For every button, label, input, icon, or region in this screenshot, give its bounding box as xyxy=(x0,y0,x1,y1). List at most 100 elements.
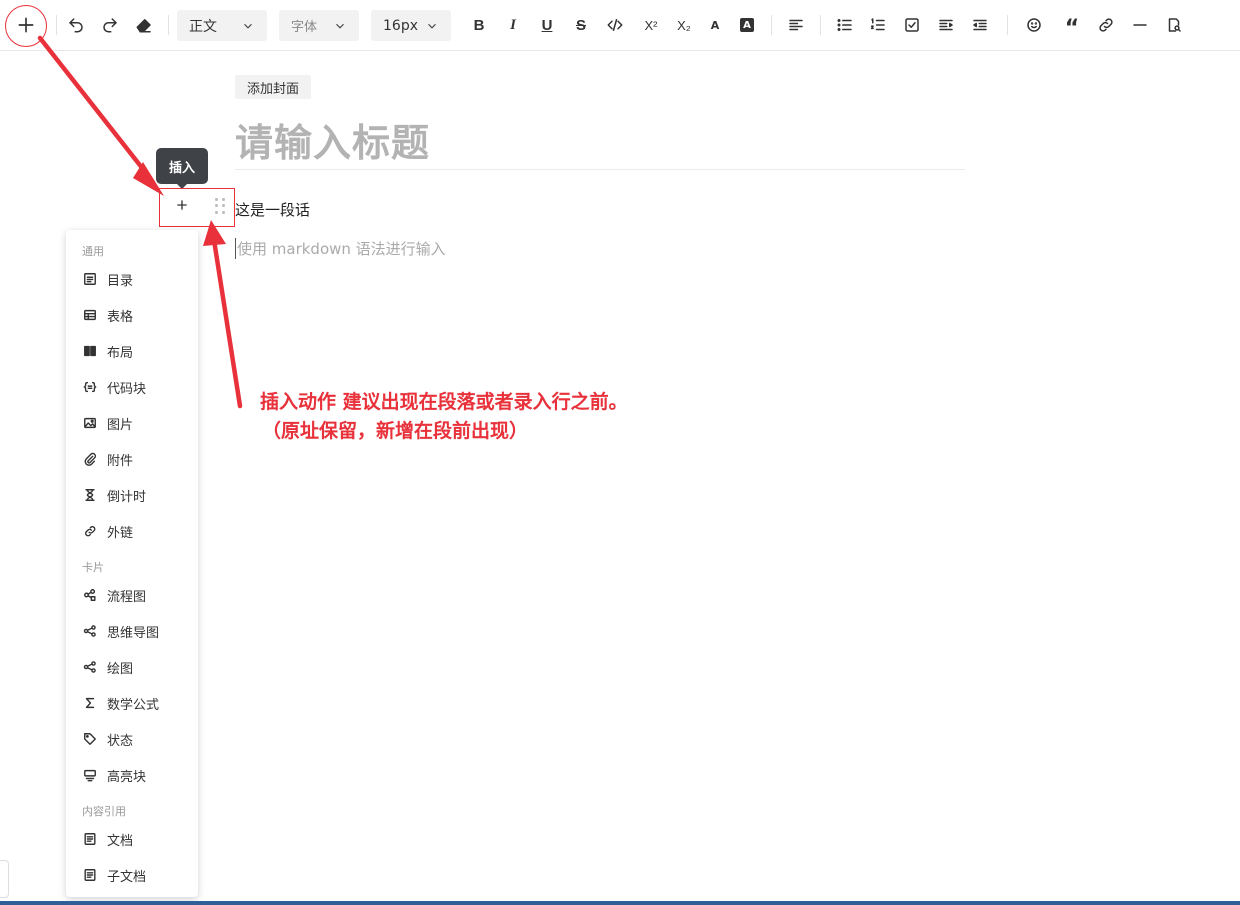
strikethrough-button[interactable]: S xyxy=(571,10,591,40)
quote-icon: “ xyxy=(1064,16,1080,41)
annotation-note-line2: （原址保留，新增在段前出现） xyxy=(262,420,529,442)
font-color-button[interactable]: A xyxy=(706,10,724,40)
indent-button[interactable] xyxy=(935,10,957,40)
side-tab[interactable] xyxy=(0,860,9,898)
toolbar-divider xyxy=(820,15,821,35)
clear-format-button[interactable] xyxy=(132,10,156,40)
toolbar-divider xyxy=(168,15,169,35)
toc-icon xyxy=(82,271,98,287)
menu-item-label: 子文档 xyxy=(107,869,147,885)
bottom-bar xyxy=(0,901,1240,905)
outdent-icon xyxy=(973,19,987,31)
editor-toolbar: 正文 字体 16px B I U S X² X₂ A A “ xyxy=(0,0,1240,51)
menu-item-label: 附件 xyxy=(107,453,134,469)
menu-item-label: 高亮块 xyxy=(107,769,147,785)
insert-tooltip: 插入 xyxy=(156,148,208,189)
menu-item-mindmap[interactable]: 思维导图 xyxy=(66,615,198,647)
bold-button[interactable]: B xyxy=(469,10,489,40)
align-left-icon xyxy=(789,19,803,31)
menu-item-label: 文档 xyxy=(107,833,134,849)
bullet-list-icon xyxy=(837,19,852,31)
image-icon xyxy=(82,415,98,431)
menu-item-layout[interactable]: 布局 xyxy=(66,335,198,367)
paragraph-style-value: 正文 xyxy=(189,18,217,35)
highlight-icon: A xyxy=(740,18,754,32)
horizontal-rule-icon xyxy=(1133,24,1147,26)
find-button[interactable] xyxy=(1163,10,1185,40)
undo-icon xyxy=(69,18,83,33)
align-button[interactable] xyxy=(785,10,807,40)
link-icon xyxy=(1099,18,1113,32)
ordered-list-button[interactable] xyxy=(867,10,889,40)
title-input[interactable]: 请输入标题 xyxy=(235,112,430,167)
inline-code-button[interactable] xyxy=(604,10,626,40)
menu-item-countdown[interactable]: 倒计时 xyxy=(66,479,198,511)
link-icon xyxy=(82,523,98,539)
subdocument-icon xyxy=(82,867,98,883)
underline-button[interactable]: U xyxy=(537,10,557,40)
add-cover-button[interactable]: 添加封面 xyxy=(235,75,312,99)
menu-item-drawing[interactable]: 绘图 xyxy=(66,651,198,683)
menu-item-status[interactable]: 状态 xyxy=(66,723,198,755)
menu-section-cards: 卡片 xyxy=(82,561,104,574)
superscript-button[interactable]: X² xyxy=(640,10,662,40)
menu-item-external-link[interactable]: 外链 xyxy=(66,515,198,547)
font-size-select[interactable]: 16px xyxy=(371,10,451,41)
menu-item-highlight-block[interactable]: 高亮块 xyxy=(66,759,198,791)
divider-button[interactable] xyxy=(1129,10,1151,40)
menu-item-table[interactable]: 表格 xyxy=(66,299,198,331)
eraser-icon xyxy=(136,19,151,33)
subscript-button[interactable]: X₂ xyxy=(673,10,695,40)
menu-item-subdocument[interactable]: 子文档 xyxy=(66,859,198,891)
menu-item-label: 图片 xyxy=(107,417,134,433)
menu-item-label: 绘图 xyxy=(107,661,134,677)
toolbar-divider xyxy=(1007,15,1008,35)
menu-item-label: 表格 xyxy=(107,309,134,325)
menu-item-toc[interactable]: 目录 xyxy=(66,263,198,295)
outdent-button[interactable] xyxy=(969,10,991,40)
title-divider xyxy=(235,169,965,170)
menu-item-flowchart[interactable]: 流程图 xyxy=(66,579,198,611)
undo-button[interactable] xyxy=(64,10,88,40)
paragraph-style-select[interactable]: 正文 xyxy=(177,10,267,41)
annotation-circle xyxy=(5,5,47,47)
document-icon xyxy=(82,831,98,847)
chevron-down-icon xyxy=(336,23,344,29)
insert-menu: 通用 目录 表格 布局 代码块 图片 附件 倒计时 外链 卡片 流程图 思维导图 xyxy=(66,230,198,897)
menu-item-code-block[interactable]: 代码块 xyxy=(66,371,198,403)
menu-section-general: 通用 xyxy=(82,245,104,258)
redo-icon xyxy=(103,18,117,33)
highlight-color-button[interactable]: A xyxy=(738,10,756,40)
link-button[interactable] xyxy=(1095,10,1117,40)
arrow-to-block-plus xyxy=(37,35,164,196)
chevron-down-icon xyxy=(244,23,252,29)
menu-item-label: 思维导图 xyxy=(107,625,160,641)
tag-icon xyxy=(82,731,98,747)
toolbar-divider xyxy=(56,15,57,35)
checkbox-icon xyxy=(905,18,919,32)
chevron-down-icon xyxy=(428,23,436,29)
menu-item-attachment[interactable]: 附件 xyxy=(66,443,198,475)
font-family-select[interactable]: 字体 xyxy=(279,10,359,41)
attachment-icon xyxy=(82,451,98,467)
bullet-list-button[interactable] xyxy=(834,10,856,40)
font-family-value: 字体 xyxy=(291,20,318,35)
indent-icon xyxy=(939,19,953,31)
annotation-note-line1: 插入动作 建议出现在段落或者录入行之前。 xyxy=(260,391,628,413)
menu-section-content-reference: 内容引用 xyxy=(82,805,126,818)
menu-item-label: 外链 xyxy=(107,525,134,541)
menu-item-image[interactable]: 图片 xyxy=(66,407,198,439)
menu-item-label: 数学公式 xyxy=(107,697,160,713)
quote-button[interactable]: “ xyxy=(1061,10,1083,40)
menu-item-label: 布局 xyxy=(107,345,134,361)
task-list-button[interactable] xyxy=(901,10,923,40)
italic-button[interactable]: I xyxy=(503,10,523,40)
markdown-input[interactable]: 使用 markdown 语法进行输入 xyxy=(235,238,446,259)
menu-item-label: 状态 xyxy=(107,733,134,749)
redo-button[interactable] xyxy=(98,10,122,40)
menu-item-math-formula[interactable]: 数学公式 xyxy=(66,687,198,719)
menu-item-document[interactable]: 文档 xyxy=(66,823,198,855)
emoji-button[interactable] xyxy=(1023,10,1045,40)
layout-icon xyxy=(82,343,98,359)
paragraph-text[interactable]: 这是一段话 xyxy=(235,199,310,220)
